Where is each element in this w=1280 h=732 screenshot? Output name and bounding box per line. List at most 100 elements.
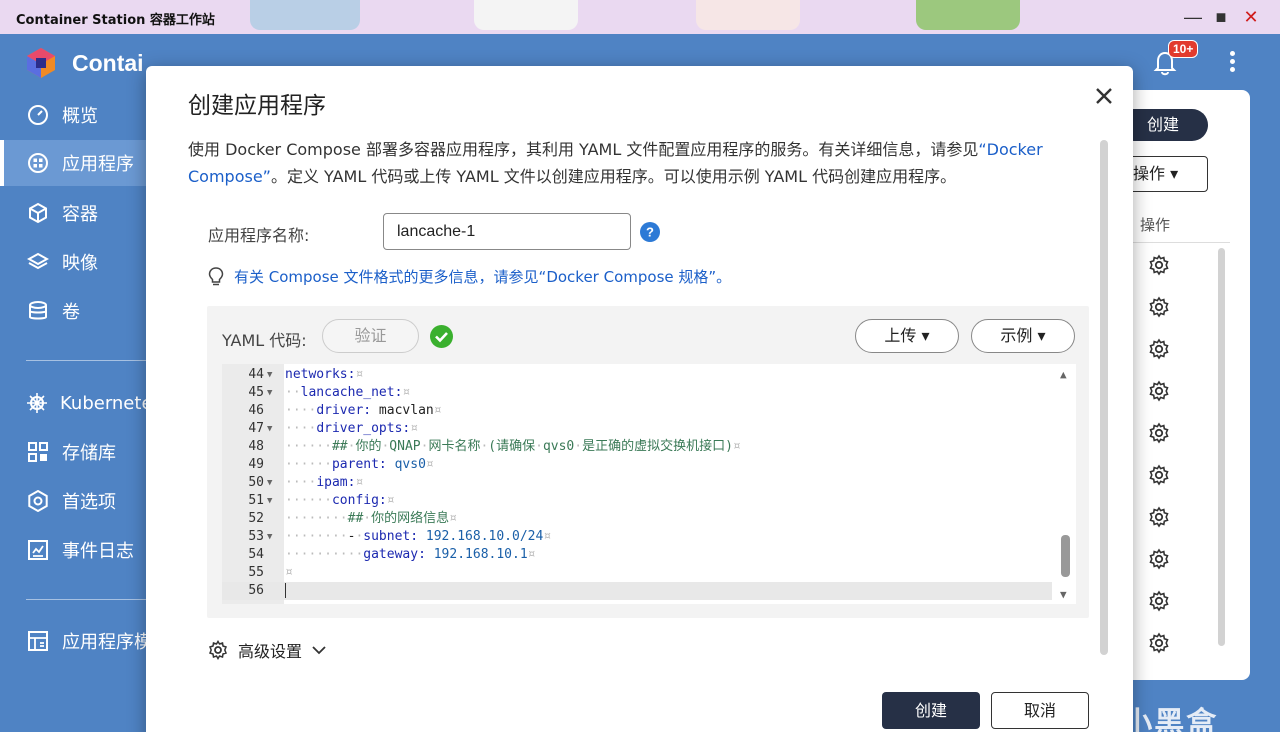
- sidebar-item-label: 应用程序模: [62, 632, 152, 653]
- sidebar-item-containers[interactable]: 容器: [0, 190, 160, 236]
- row-settings-gear-icon[interactable]: [1148, 590, 1170, 612]
- fold-toggle-icon[interactable]: ▼: [267, 420, 272, 438]
- yaml-code-editor[interactable]: ▲ ▼ 44 ▼ networks:¤ 45 ▼ ··lancache_net:¤ 46 ··…: [222, 364, 1076, 604]
- code-line[interactable]: 52 ········##·你的网络信息¤: [222, 510, 1052, 528]
- close-window-icon[interactable]: ✕: [1240, 6, 1262, 28]
- sidebar-item-label: 映像: [62, 253, 98, 274]
- code-line[interactable]: 51 ▼ ······config:¤: [222, 492, 1052, 510]
- code-text: ····driver: macvlan¤: [285, 403, 442, 418]
- fold-toggle-icon[interactable]: ▼: [267, 366, 272, 384]
- fold-toggle-icon[interactable]: ▼: [267, 492, 272, 510]
- layers-icon: [26, 250, 50, 274]
- sidebar-item-volumes[interactable]: 卷: [0, 288, 160, 334]
- code-line[interactable]: 48 ······##·你的·QNAP·网卡名称·(请确保·qvs0·是正确的虚拟…: [222, 438, 1052, 456]
- row-settings-gear-icon[interactable]: [1148, 338, 1170, 360]
- dialog-title: 创建应用程序: [188, 93, 326, 119]
- code-line[interactable]: 46 ····driver: macvlan¤: [222, 402, 1052, 420]
- verify-button[interactable]: 验证: [322, 319, 419, 353]
- code-line[interactable]: 49 ······parent: qvs0¤: [222, 456, 1052, 474]
- code-text: networks:¤: [285, 367, 364, 382]
- template-icon: [26, 629, 50, 653]
- dashboard-icon: [26, 103, 50, 127]
- code-line[interactable]: 53 ▼ ········-·subnet: 192.168.10.0/24¤: [222, 528, 1052, 546]
- row-settings-gear-icon[interactable]: [1148, 254, 1170, 276]
- line-number: 45: [248, 385, 264, 400]
- code-text: ····ipam:¤: [285, 475, 364, 490]
- line-number: 54: [248, 547, 264, 562]
- code-line[interactable]: 56: [222, 582, 1052, 600]
- create-application-dialog: 创建应用程序 使用 Docker Compose 部署多容器应用程序，其利用 Y…: [146, 66, 1133, 732]
- sidebar-item-kubernetes[interactable]: Kubernetes: [0, 380, 162, 426]
- fold-toggle-icon[interactable]: ▼: [267, 384, 272, 402]
- minimize-icon[interactable]: —: [1182, 6, 1204, 28]
- code-line[interactable]: 54 ··········gateway: 192.168.10.1¤: [222, 546, 1052, 564]
- dialog-scrollbar[interactable]: [1100, 140, 1108, 655]
- container-station-logo-icon: [27, 48, 55, 78]
- code-line[interactable]: 44 ▼ networks:¤: [222, 366, 1052, 384]
- sidebar-item-label: 事件日志: [62, 541, 134, 562]
- compose-spec-link[interactable]: 有关 Compose 文件格式的更多信息，请参见“Docker Compose …: [234, 266, 731, 287]
- apps-icon: [26, 151, 50, 175]
- sidebar-item-repositories[interactable]: 存储库: [0, 429, 160, 475]
- log-icon: [26, 538, 50, 562]
- row-settings-gear-icon[interactable]: [1148, 548, 1170, 570]
- code-text: ····driver_opts:¤: [285, 421, 419, 436]
- fold-toggle-icon[interactable]: ▼: [267, 528, 272, 546]
- scroll-up-icon[interactable]: ▲: [1060, 368, 1067, 381]
- sidebar-item-app-templates[interactable]: 应用程序模: [0, 618, 160, 664]
- code-line[interactable]: 55 ¤: [222, 564, 1052, 582]
- editor-scrollbar-thumb[interactable]: [1061, 535, 1070, 577]
- dialog-description: 使用 Docker Compose 部署多容器应用程序，其利用 YAML 文件配…: [188, 140, 1043, 186]
- code-text: ········-·subnet: 192.168.10.0/24¤: [285, 529, 552, 544]
- background-tile: [696, 0, 800, 30]
- code-text: ··lancache_net:¤: [285, 385, 411, 400]
- code-line[interactable]: 47 ▼ ····driver_opts:¤: [222, 420, 1052, 438]
- settings-icon: [26, 489, 50, 513]
- yaml-label: YAML 代码:: [222, 331, 307, 350]
- database-icon: [26, 299, 50, 323]
- code-line[interactable]: 50 ▼ ····ipam:¤: [222, 474, 1052, 492]
- row-settings-gear-icon[interactable]: [1148, 464, 1170, 486]
- line-number: 50: [248, 475, 264, 490]
- code-line[interactable]: 45 ▼ ··lancache_net:¤: [222, 384, 1052, 402]
- scroll-down-icon[interactable]: ▼: [1060, 588, 1067, 601]
- more-options-icon[interactable]: [1228, 48, 1236, 76]
- row-settings-gear-icon[interactable]: [1148, 422, 1170, 444]
- sidebar-item-label: 概览: [62, 106, 98, 127]
- close-icon[interactable]: [1092, 84, 1116, 108]
- gear-icon: [209, 640, 227, 660]
- help-icon[interactable]: ?: [640, 222, 660, 242]
- line-number: 53: [248, 529, 264, 544]
- upload-dropdown[interactable]: 上传 ▾: [855, 319, 959, 353]
- sidebar-item-label: 首选项: [62, 492, 116, 513]
- sidebar-divider: [26, 360, 146, 361]
- app-name-input[interactable]: [383, 213, 631, 250]
- sidebar-item-overview[interactable]: 概览: [0, 92, 160, 138]
- actions-column-header: 操作: [1140, 216, 1171, 234]
- row-settings-gear-icon[interactable]: [1148, 296, 1170, 318]
- line-number: 48: [248, 439, 264, 454]
- helm-icon: [26, 391, 48, 415]
- row-settings-gear-icon[interactable]: [1148, 380, 1170, 402]
- fold-toggle-icon[interactable]: ▼: [267, 474, 272, 492]
- create-button[interactable]: 创建: [882, 692, 980, 729]
- example-dropdown[interactable]: 示例 ▾: [971, 319, 1075, 353]
- code-text: ······config:¤: [285, 493, 395, 508]
- sidebar-item-images[interactable]: 映像: [0, 239, 160, 285]
- code-text: ¤: [285, 565, 293, 580]
- panel-scrollbar[interactable]: [1218, 248, 1225, 646]
- maximize-icon[interactable]: ■: [1210, 6, 1232, 28]
- sidebar: Contai 概览 应用程序 容器 映像 卷 Kubernetes 存储库 首选…: [0, 34, 162, 732]
- row-settings-gear-icon[interactable]: [1148, 506, 1170, 528]
- sidebar-item-preferences[interactable]: 首选项: [0, 478, 160, 524]
- line-number: 52: [248, 511, 264, 526]
- advanced-settings-toggle[interactable]: 高级设置: [208, 638, 326, 662]
- cube-icon: [26, 201, 50, 225]
- row-settings-gear-icon[interactable]: [1148, 632, 1170, 654]
- cancel-button[interactable]: 取消: [991, 692, 1089, 729]
- code-text: ······##·你的·QNAP·网卡名称·(请确保·qvs0·是正确的虚拟交换…: [285, 439, 741, 454]
- background-tile: [916, 0, 1020, 30]
- sidebar-item-event-log[interactable]: 事件日志: [0, 527, 160, 573]
- sidebar-item-applications[interactable]: 应用程序: [0, 140, 160, 186]
- sidebar-item-label: 应用程序: [62, 154, 134, 175]
